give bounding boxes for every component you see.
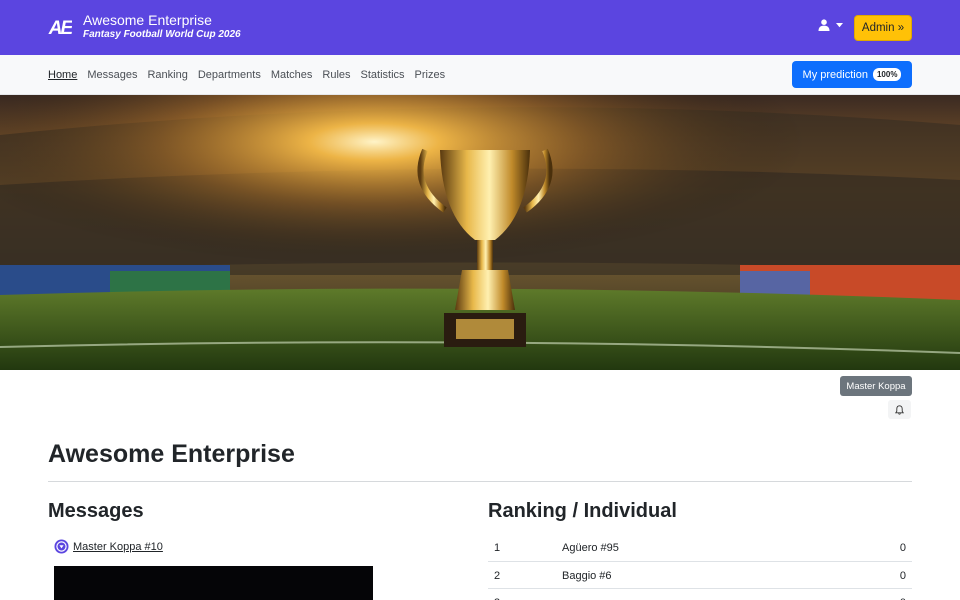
message-image: [54, 566, 373, 600]
rank-position: 2: [494, 569, 501, 582]
message-author-link[interactable]: Master Koppa #10: [54, 539, 163, 554]
admin-button[interactable]: Admin »: [854, 15, 912, 41]
brand-subtitle: Fantasy Football World Cup 2026: [83, 29, 241, 40]
brand-title: Awesome Enterprise: [83, 12, 212, 28]
main-nav: Home Messages Ranking Departments Matche…: [0, 55, 960, 95]
rank-name: Baggio #6: [562, 569, 612, 582]
rank-position: 1: [494, 542, 501, 554]
nav-item-statistics[interactable]: Statistics: [361, 69, 405, 81]
top-header: AE Awesome Enterprise Fantasy Football W…: [0, 0, 960, 55]
table-row[interactable]: 3 0: [488, 589, 912, 600]
message-author-name: Master Koppa #10: [73, 540, 163, 553]
user-icon: [818, 19, 830, 31]
nav-item-home[interactable]: Home: [48, 69, 77, 81]
owner-tag: Master Koppa: [840, 376, 912, 396]
user-badge-icon: [54, 539, 69, 554]
nav-item-rules[interactable]: Rules: [322, 69, 350, 81]
chevron-down-icon: [836, 22, 843, 27]
nav-item-matches[interactable]: Matches: [271, 69, 313, 81]
rank-points: 0: [899, 569, 906, 582]
ranking-heading: Ranking / Individual: [488, 500, 677, 522]
user-menu[interactable]: [818, 19, 843, 31]
nav-item-ranking[interactable]: Ranking: [147, 69, 187, 81]
brand-logo-text: AE: [48, 18, 72, 39]
table-row[interactable]: 1 Agüero #95 0: [488, 534, 912, 562]
trophy-stadium-image: [0, 95, 960, 370]
title-divider: [48, 481, 912, 482]
brand[interactable]: AE Awesome Enterprise Fantasy Football W…: [48, 12, 241, 41]
brand-logo: AE: [48, 18, 72, 39]
rank-points: 0: [899, 542, 906, 554]
nav-item-messages[interactable]: Messages: [87, 69, 137, 81]
my-prediction-label: My prediction: [802, 68, 868, 81]
nav-item-prizes[interactable]: Prizes: [415, 69, 446, 81]
my-prediction-button[interactable]: My prediction 100%: [792, 61, 912, 88]
prediction-progress-badge: 100%: [872, 68, 902, 81]
hero-banner: [0, 95, 960, 370]
page-title: Awesome Enterprise: [48, 440, 295, 468]
notification-button[interactable]: [888, 400, 911, 419]
messages-heading: Messages: [48, 500, 144, 522]
rank-name: Agüero #95: [562, 542, 619, 554]
ranking-table: 1 Agüero #95 0 2 Baggio #6 0 3 0: [488, 534, 912, 600]
table-row[interactable]: 2 Baggio #6 0: [488, 562, 912, 589]
bell-icon: [895, 404, 904, 415]
nav-item-departments[interactable]: Departments: [198, 69, 261, 81]
